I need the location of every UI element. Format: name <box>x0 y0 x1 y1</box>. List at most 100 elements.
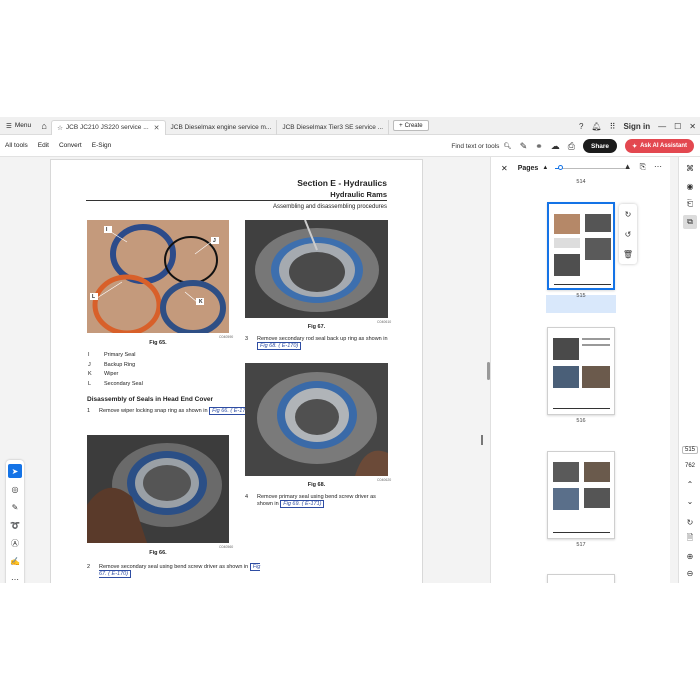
section-title: Section E - Hydraulics <box>297 178 387 188</box>
ai-label: Ask AI Assistant <box>640 143 687 149</box>
step-number: 4 <box>245 494 249 500</box>
apps-grid-icon[interactable]: ⠿ <box>610 122 616 131</box>
help-icon[interactable]: ? <box>579 122 583 131</box>
head-end-photo <box>87 435 229 543</box>
select-cursor-icon[interactable]: ➤ <box>8 464 22 478</box>
total-pages: 762 <box>684 463 695 469</box>
comments-panel-icon[interactable]: ◉ <box>683 179 697 193</box>
legend-key: I <box>88 352 90 358</box>
current-page-input[interactable]: 515 <box>682 446 698 454</box>
star-icon[interactable]: ☆ <box>57 124 63 132</box>
minimize-icon[interactable]: — <box>658 122 666 131</box>
legend-key: K <box>88 371 92 377</box>
draw-icon[interactable]: ➰ <box>8 518 22 532</box>
upload-cloud-icon[interactable]: ☁ <box>551 141 560 152</box>
fig68-link[interactable]: Fig 68. ( E-170) <box>257 342 302 350</box>
zoom-in-icon[interactable]: ⊕ <box>683 549 697 563</box>
tab-document-2[interactable]: JCB Dieselmax engine service m... <box>166 119 278 135</box>
refresh-icon[interactable]: ↻ <box>683 515 697 529</box>
all-tools-menu[interactable]: All tools <box>0 142 33 149</box>
ai-summary-icon[interactable]: ⌘ <box>683 161 697 175</box>
legend-text: Wiper <box>104 371 119 377</box>
close-panel-icon[interactable]: ✕ <box>501 164 508 173</box>
document-viewport[interactable]: Section E - Hydraulics Hydraulic Rams As… <box>0 157 484 583</box>
chevron-up-icon[interactable]: ⌃ <box>683 477 697 491</box>
more-tools-icon[interactable]: ⋯ <box>8 572 22 584</box>
esign-menu[interactable]: E-Sign <box>87 142 117 149</box>
tab-document-1[interactable]: ☆ JCB JC210 JS220 service ... ✕ <box>51 119 166 135</box>
step-1: 1 Remove wiper locking snap ring as show… <box>87 407 267 415</box>
link-icon[interactable]: ⚭ <box>535 141 543 152</box>
maximize-icon[interactable]: ☐ <box>674 122 681 131</box>
panel-resize-handle[interactable] <box>481 435 483 445</box>
convert-menu[interactable]: Convert <box>54 142 87 149</box>
zoom-out-thumbs-icon[interactable]: ▲ <box>542 165 548 171</box>
step-text: Remove primary seal using bend screw dri… <box>257 494 391 508</box>
menu-button[interactable]: ☰ Menu <box>0 117 37 135</box>
document-info-icon[interactable]: 🗎︎ <box>683 532 697 546</box>
page-thumbnail-515[interactable] <box>547 202 615 290</box>
thumb-number: 515 <box>576 293 586 299</box>
rotate-clockwise-icon[interactable]: ↻ <box>625 210 632 219</box>
thumb-number: 516 <box>576 418 586 424</box>
home-icon[interactable]: ⌂ <box>37 117 51 135</box>
edit-menu[interactable]: Edit <box>33 142 54 149</box>
seals-illustration <box>87 220 229 333</box>
ai-icon: ✦ <box>632 143 638 150</box>
subsection-title: Hydraulic Rams <box>330 190 387 199</box>
thumb-number: 517 <box>576 542 586 548</box>
create-label: Create <box>404 122 423 129</box>
delete-page-icon[interactable]: 🗑︎ <box>623 250 633 259</box>
fig68-image <box>245 363 388 476</box>
bookmarks-icon[interactable]: ⎗ <box>683 197 697 211</box>
fig65-caption: Fig 65. <box>149 340 167 346</box>
fig69-link[interactable]: Fig 69. ( E-171) <box>280 500 325 508</box>
page-thumbnail-tools: ↻ ↺ 🗑︎ <box>619 204 637 264</box>
ai-assistant-button[interactable]: ✦ Ask AI Assistant <box>625 139 694 153</box>
fig65-label-k: K <box>199 299 203 305</box>
fig67-image <box>245 220 388 318</box>
text-box-icon[interactable]: Ⓐ <box>8 536 22 550</box>
step-body: Remove wiper locking snap ring as shown … <box>99 408 208 414</box>
acrobat-window: ☰ Menu ⌂ ☆ JCB JC210 JS220 service ... ✕… <box>0 117 700 583</box>
comment-icon[interactable]: ◎ <box>8 482 22 496</box>
hamburger-icon: ☰ <box>6 122 12 130</box>
bell-icon[interactable]: 🔔︎ <box>591 122 601 131</box>
create-button[interactable]: + Create <box>393 120 429 131</box>
insert-page-icon[interactable]: ⎘ <box>640 162 646 172</box>
slider-knob[interactable] <box>558 165 563 170</box>
zoom-in-thumbs-icon[interactable]: ▲ <box>624 162 632 172</box>
print-icon[interactable]: ⎙ <box>568 141 575 152</box>
pages-panel-icon[interactable]: ⧉ <box>683 215 697 229</box>
window-close-icon[interactable]: ✕ <box>689 122 696 131</box>
close-icon[interactable]: ✕ <box>154 124 160 132</box>
find-label: Find text or tools <box>451 142 500 150</box>
sign-in-button[interactable]: Sign in <box>623 122 650 131</box>
quick-tools-rail: ➤ ◎ ✎ ➰ Ⓐ ✍ ⋯ <box>6 460 24 583</box>
search-icon: 🔍︎ <box>503 143 512 150</box>
ai-sparkle-icon[interactable]: ✎ <box>520 141 528 152</box>
share-button[interactable]: Share <box>582 139 618 153</box>
disassembly-heading: Disassembly of Seals in Head End Cover <box>87 396 214 403</box>
thumbnail-size-slider[interactable] <box>555 165 625 170</box>
step-number: 2 <box>87 564 91 570</box>
pen-icon[interactable]: ✎ <box>8 500 22 514</box>
pages-panel-actions: ▲ ⎘ ⋯ <box>624 162 662 172</box>
find-tools-search[interactable]: Find text or tools 🔍︎ <box>451 142 512 151</box>
more-options-icon[interactable]: ⋯ <box>654 162 662 172</box>
tab-label: JCB Dieselmax engine service m... <box>170 123 272 131</box>
page-thumbnail-518[interactable] <box>547 574 615 583</box>
fig68-caption: Fig 68. <box>307 482 326 488</box>
tab-document-3[interactable]: JCB Dieselmax Tier3 SE service ... <box>277 119 390 135</box>
fig66-image <box>87 435 229 543</box>
step-number: 3 <box>245 336 249 342</box>
backup-ring-photo <box>245 363 388 476</box>
toolbar-right: Find text or tools 🔍︎ ✎ ⚭ ☁ ⎙ Share ✦ As… <box>451 135 694 157</box>
zoom-out-icon[interactable]: ⊖ <box>683 566 697 580</box>
page-thumbnail-516[interactable] <box>547 327 615 415</box>
page-thumbnail-517[interactable] <box>547 451 615 539</box>
step-number: 1 <box>87 408 91 414</box>
sign-icon[interactable]: ✍ <box>8 554 22 568</box>
chevron-down-icon[interactable]: ⌄ <box>683 494 697 508</box>
rotate-counterclockwise-icon[interactable]: ↺ <box>625 230 632 239</box>
